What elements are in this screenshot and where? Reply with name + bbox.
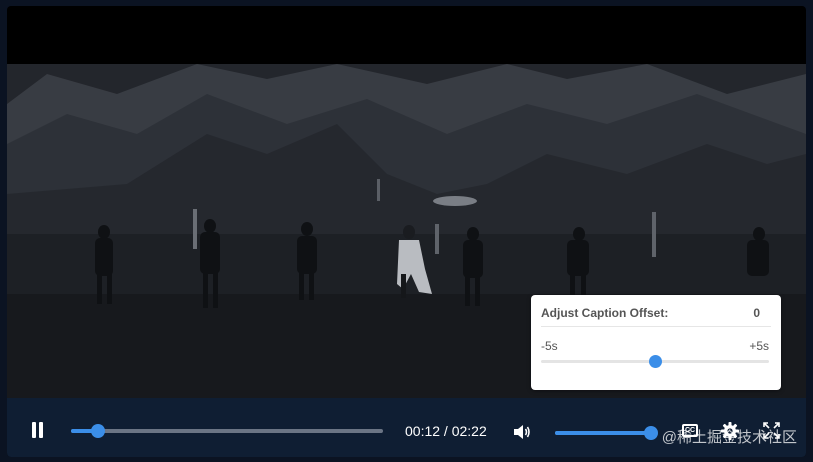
progress-bar[interactable] bbox=[71, 424, 383, 438]
volume-icon bbox=[514, 425, 530, 439]
caption-offset-title: Adjust Caption Offset: bbox=[541, 306, 669, 320]
pause-icon bbox=[32, 422, 36, 438]
caption-offset-slider[interactable] bbox=[541, 355, 769, 368]
divider bbox=[541, 326, 771, 327]
pause-button[interactable] bbox=[29, 422, 45, 440]
caption-offset-min-label: -5s bbox=[541, 339, 558, 353]
duration: 02:22 bbox=[451, 423, 487, 439]
watermark: @稀土掘金技术社区 bbox=[661, 429, 797, 446]
control-bar: 00:12 / 02:22 CC bbox=[7, 398, 806, 457]
progress-thumb[interactable] bbox=[90, 424, 105, 438]
caption-offset-max-label: +5s bbox=[749, 339, 769, 353]
caption-offset-panel: Adjust Caption Offset: 0 -5s +5s bbox=[531, 295, 781, 390]
caption-offset-value: 0 bbox=[753, 306, 760, 320]
volume-button[interactable] bbox=[513, 424, 531, 445]
volume-fill bbox=[555, 431, 651, 435]
time-separator: / bbox=[440, 423, 452, 439]
time-display: 00:12 / 02:22 bbox=[405, 422, 487, 440]
volume-thumb[interactable] bbox=[644, 426, 658, 440]
volume-slider[interactable] bbox=[555, 426, 658, 440]
caption-offset-thumb[interactable] bbox=[649, 355, 662, 368]
current-time: 00:12 bbox=[405, 423, 441, 439]
